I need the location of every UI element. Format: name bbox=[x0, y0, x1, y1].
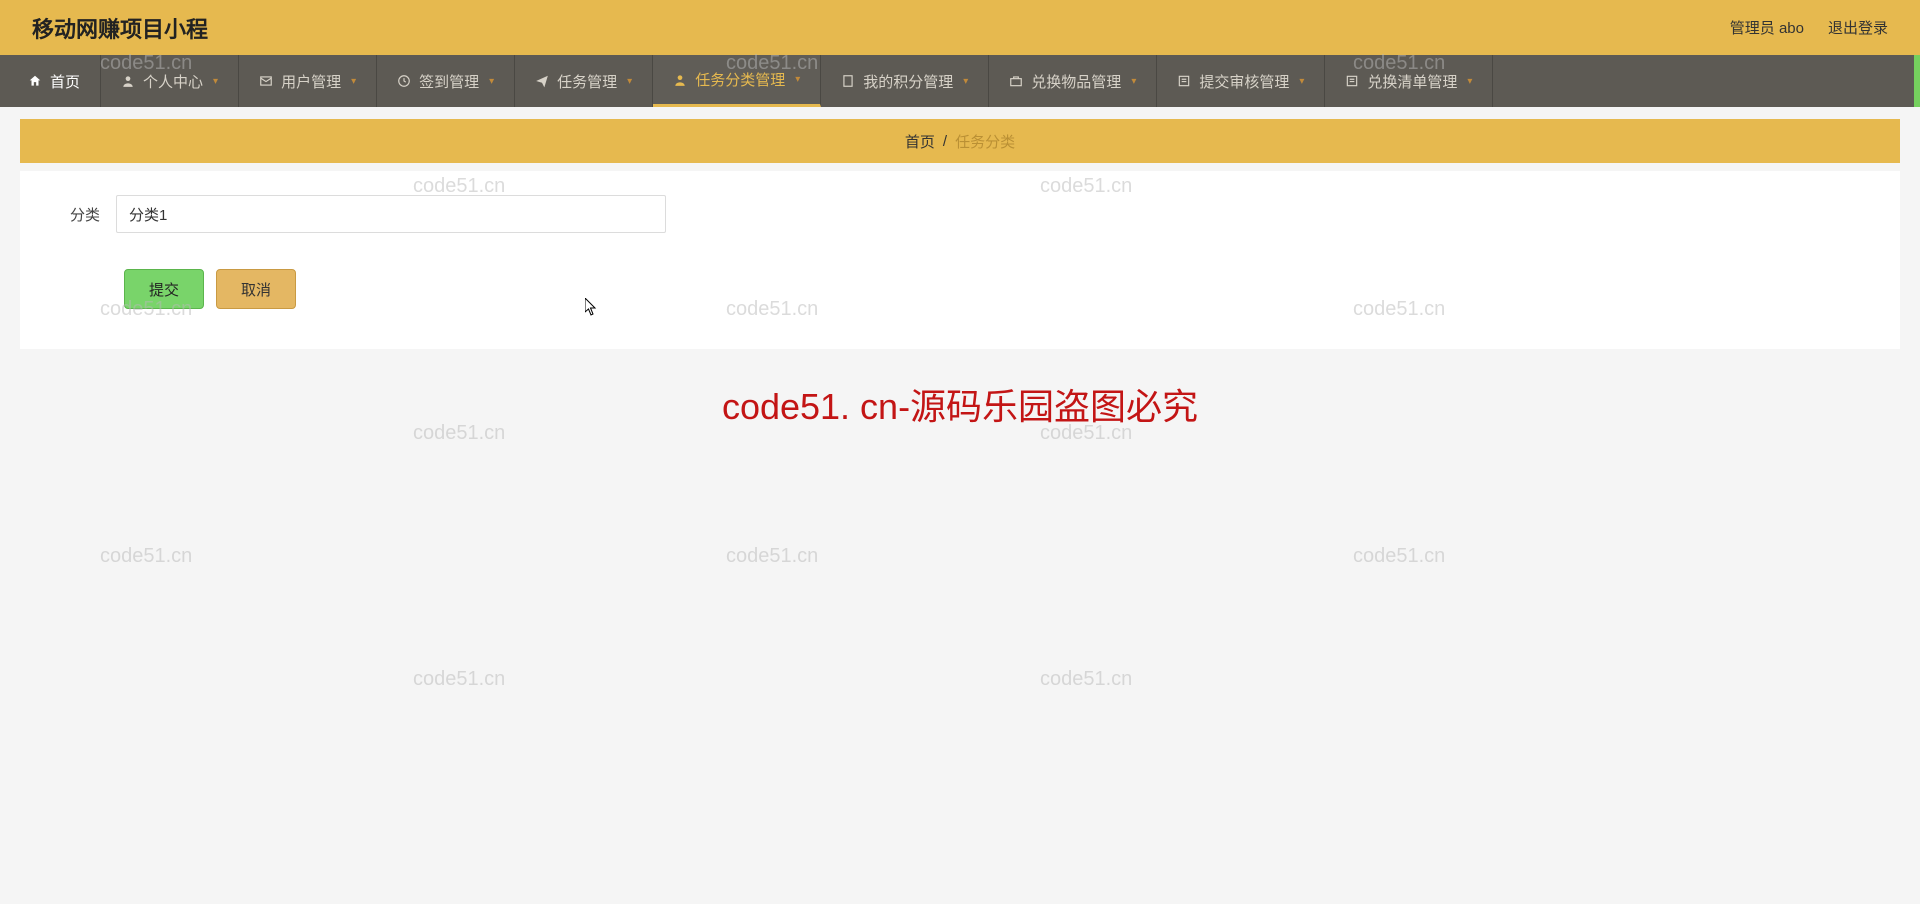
watermark-small: code51.cn bbox=[413, 668, 505, 691]
chevron-down-icon: ▾ bbox=[489, 76, 494, 87]
nav-item-exchange-list-manage[interactable]: 兑换清单管理 ▾ bbox=[1325, 55, 1493, 107]
nav-bar: 首页个人中心▾用户管理▾签到管理▾任务管理▾任务分类管理▾我的积分管理▾兑换物品… bbox=[0, 55, 1920, 107]
nav-label: 我的积分管理 bbox=[863, 71, 953, 92]
watermark-small: code51.cn bbox=[726, 545, 818, 568]
chevron-down-icon: ▾ bbox=[1131, 76, 1136, 87]
nav-label: 任务分类管理 bbox=[695, 69, 785, 90]
watermark-small: code51.cn bbox=[1040, 668, 1132, 691]
topbar-right: 管理员 abo 退出登录 bbox=[1730, 17, 1888, 38]
logout-link[interactable]: 退出登录 bbox=[1828, 17, 1888, 38]
top-bar: 移动网赚项目小程 管理员 abo 退出登录 bbox=[0, 0, 1920, 55]
chevron-down-icon: ▾ bbox=[213, 76, 218, 87]
app-title: 移动网赚项目小程 bbox=[32, 12, 208, 44]
nav-item-task-category-manage[interactable]: 任务分类管理 ▾ bbox=[653, 55, 821, 107]
admin-label[interactable]: 管理员 abo bbox=[1730, 17, 1804, 38]
list-icon bbox=[1177, 74, 1191, 88]
submit-button[interactable]: 提交 bbox=[124, 269, 204, 309]
clock-icon bbox=[397, 74, 411, 88]
form-area: 分类 提交 取消 bbox=[20, 171, 1900, 349]
chevron-down-icon: ▾ bbox=[351, 76, 356, 87]
user-icon bbox=[121, 74, 135, 88]
watermark-small: code51.cn bbox=[1040, 422, 1132, 445]
nav-item-submit-review-manage[interactable]: 提交审核管理 ▾ bbox=[1157, 55, 1325, 107]
category-input[interactable] bbox=[116, 195, 666, 233]
content: 首页 / 任务分类 分类 提交 取消 bbox=[0, 107, 1920, 361]
category-label: 分类 bbox=[64, 204, 100, 225]
breadcrumb: 首页 / 任务分类 bbox=[20, 119, 1900, 163]
nav-label: 个人中心 bbox=[143, 71, 203, 92]
form-row-category: 分类 bbox=[64, 195, 1856, 233]
nav-item-task-manage[interactable]: 任务管理 ▾ bbox=[515, 55, 653, 107]
watermark-small: code51.cn bbox=[413, 422, 505, 445]
nav-label: 签到管理 bbox=[419, 71, 479, 92]
watermark-small: code51.cn bbox=[100, 545, 192, 568]
nav-label: 提交审核管理 bbox=[1199, 71, 1289, 92]
chevron-down-icon: ▾ bbox=[795, 74, 800, 85]
bookmark-icon bbox=[841, 74, 855, 88]
chevron-down-icon: ▾ bbox=[627, 76, 632, 87]
nav-item-my-points-manage[interactable]: 我的积分管理 ▾ bbox=[821, 55, 989, 107]
nav-label: 兑换清单管理 bbox=[1367, 71, 1457, 92]
send-icon bbox=[535, 74, 549, 88]
breadcrumb-home[interactable]: 首页 bbox=[905, 131, 935, 152]
briefcase-icon bbox=[1009, 74, 1023, 88]
nav-label: 首页 bbox=[50, 71, 80, 92]
user-icon bbox=[673, 73, 687, 87]
nav-item-exchange-goods-manage[interactable]: 兑换物品管理 ▾ bbox=[989, 55, 1157, 107]
watermark-center: code51. cn-源码乐园盗图必究 bbox=[722, 378, 1198, 430]
chevron-down-icon: ▾ bbox=[1467, 76, 1472, 87]
nav-item-checkin-manage[interactable]: 签到管理 ▾ bbox=[377, 55, 515, 107]
nav-item-user-manage[interactable]: 用户管理 ▾ bbox=[239, 55, 377, 107]
nav-label: 任务管理 bbox=[557, 71, 617, 92]
nav-item-personal-center[interactable]: 个人中心 ▾ bbox=[101, 55, 239, 107]
cancel-button[interactable]: 取消 bbox=[216, 269, 296, 309]
list-icon bbox=[1345, 74, 1359, 88]
nav-item-home[interactable]: 首页 bbox=[8, 55, 101, 107]
mail-icon bbox=[259, 74, 273, 88]
nav-label: 用户管理 bbox=[281, 71, 341, 92]
watermark-small: code51.cn bbox=[1353, 545, 1445, 568]
nav-label: 兑换物品管理 bbox=[1031, 71, 1121, 92]
chevron-down-icon: ▾ bbox=[1299, 76, 1304, 87]
home-icon bbox=[28, 74, 42, 88]
chevron-down-icon: ▾ bbox=[963, 76, 968, 87]
breadcrumb-sep: / bbox=[943, 133, 947, 150]
breadcrumb-current: 任务分类 bbox=[955, 131, 1015, 152]
button-row: 提交 取消 bbox=[124, 269, 1856, 309]
